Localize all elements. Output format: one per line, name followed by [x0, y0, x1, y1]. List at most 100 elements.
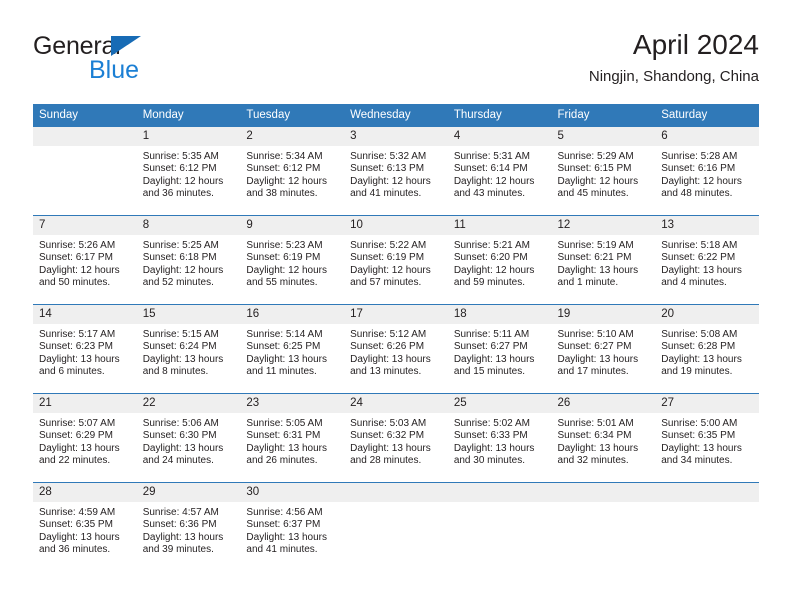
calendar-day-cell[interactable]	[551, 482, 656, 571]
day-cell-inner: 3 Sunrise: 5:32 AM Sunset: 6:13 PM Daylight…	[344, 126, 448, 215]
calendar-day-cell[interactable]	[33, 126, 137, 215]
day-astronomy-info: Sunrise: 5:17 AM Sunset: 6:23 PM Daylight:…	[33, 324, 137, 379]
sunrise-text: Sunrise: 5:32 AM	[350, 151, 427, 162]
sunset-text: Sunset: 6:27 PM	[557, 341, 632, 353]
calendar-day-cell[interactable]: 9 Sunrise: 5:23 AM Sunset: 6:19 PM Daylight…	[240, 215, 345, 304]
calendar-day-cell[interactable]: 28 Sunrise: 4:59 AM Sunset: 6:35 PM Dayligh…	[33, 482, 137, 571]
general-blue-logo: General Blue	[33, 32, 253, 88]
day-number: 12	[551, 216, 656, 235]
calendar-day-cell[interactable]: 17 Sunrise: 5:12 AM Sunset: 6:26 PM Dayligh…	[344, 304, 448, 393]
daylight-text: Daylight: 12 hours and 55 minutes.	[246, 264, 328, 289]
day-cell-inner: 23 Sunrise: 5:05 AM Sunset: 6:31 PM Dayligh…	[240, 393, 345, 482]
sunrise-text: Sunrise: 5:06 AM	[142, 418, 219, 429]
daylight-text: Daylight: 12 hours and 50 minutes.	[39, 264, 120, 289]
weekday-header-tuesday: Tuesday	[240, 104, 345, 126]
day-cell-inner: 7 Sunrise: 5:26 AM Sunset: 6:17 PM Daylight…	[33, 215, 137, 304]
day-astronomy-info: Sunrise: 5:14 AM Sunset: 6:25 PM Daylight:…	[240, 324, 344, 379]
sunrise-text: Sunrise: 4:59 AM	[39, 507, 116, 518]
sunrise-text: Sunrise: 4:56 AM	[246, 507, 323, 518]
calendar-day-cell[interactable]: 30 Sunrise: 4:56 AM Sunset: 6:37 PM Dayligh…	[240, 482, 345, 571]
day-number: 26	[551, 394, 656, 413]
day-astronomy-info: Sunrise: 5:07 AM Sunset: 6:29 PM Daylight:…	[33, 413, 137, 468]
daylight-text: Daylight: 13 hours and 34 minutes.	[661, 442, 742, 467]
calendar-day-cell[interactable]: 24 Sunrise: 5:03 AM Sunset: 6:32 PM Dayligh…	[344, 393, 448, 482]
sunrise-text: Sunrise: 5:21 AM	[453, 240, 530, 251]
day-astronomy-info: Sunrise: 5:05 AM Sunset: 6:31 PM Daylight:…	[240, 413, 344, 468]
sunrise-text: Sunrise: 5:18 AM	[661, 240, 738, 251]
calendar-day-cell[interactable]: 25 Sunrise: 5:02 AM Sunset: 6:33 PM Dayligh…	[447, 393, 552, 482]
calendar-day-cell[interactable]: 18 Sunrise: 5:11 AM Sunset: 6:27 PM Dayligh…	[447, 304, 552, 393]
day-number: 29	[136, 483, 241, 502]
sunrise-text: Sunrise: 5:08 AM	[661, 329, 738, 340]
daylight-text: Daylight: 12 hours and 45 minutes.	[557, 175, 639, 200]
day-cell-inner: 26 Sunrise: 5:01 AM Sunset: 6:34 PM Dayligh…	[551, 393, 656, 482]
day-cell-inner: 20 Sunrise: 5:08 AM Sunset: 6:28 PM Dayligh…	[655, 304, 759, 393]
sunset-text: Sunset: 6:35 PM	[39, 519, 113, 531]
day-number: 30	[240, 483, 345, 502]
daylight-text: Daylight: 13 hours and 8 minutes.	[142, 353, 224, 378]
day-number: 24	[344, 394, 448, 413]
day-cell-inner	[655, 482, 759, 571]
calendar-day-cell[interactable]: 19 Sunrise: 5:10 AM Sunset: 6:27 PM Dayligh…	[551, 304, 656, 393]
sunset-text: Sunset: 6:30 PM	[142, 430, 217, 442]
calendar-day-cell[interactable]: 20 Sunrise: 5:08 AM Sunset: 6:28 PM Dayligh…	[655, 304, 759, 393]
day-cell-inner: 1 Sunrise: 5:35 AM Sunset: 6:12 PM Daylight…	[136, 126, 241, 215]
day-cell-inner: 16 Sunrise: 5:14 AM Sunset: 6:25 PM Dayligh…	[240, 304, 345, 393]
calendar-day-cell[interactable]	[447, 482, 552, 571]
calendar-week-row: 21 Sunrise: 5:07 AM Sunset: 6:29 PM Dayligh…	[33, 393, 759, 482]
sunrise-text: Sunrise: 5:22 AM	[350, 240, 427, 251]
sunset-text: Sunset: 6:23 PM	[39, 341, 113, 353]
day-astronomy-info: Sunrise: 5:21 AM Sunset: 6:20 PM Daylight:…	[448, 235, 552, 290]
calendar-day-cell[interactable]: 27 Sunrise: 5:00 AM Sunset: 6:35 PM Dayligh…	[655, 393, 759, 482]
day-cell-inner	[33, 126, 137, 215]
calendar-day-cell[interactable]: 21 Sunrise: 5:07 AM Sunset: 6:29 PM Dayligh…	[33, 393, 137, 482]
sunrise-text: Sunrise: 5:07 AM	[39, 418, 116, 429]
calendar-day-cell[interactable]: 13 Sunrise: 5:18 AM Sunset: 6:22 PM Dayligh…	[655, 215, 759, 304]
calendar-day-cell[interactable]: 26 Sunrise: 5:01 AM Sunset: 6:34 PM Dayligh…	[551, 393, 656, 482]
day-cell-inner: 8 Sunrise: 5:25 AM Sunset: 6:18 PM Daylight…	[136, 215, 241, 304]
calendar-day-cell[interactable]: 6 Sunrise: 5:28 AM Sunset: 6:16 PM Daylight…	[655, 126, 759, 215]
daylight-text: Daylight: 12 hours and 43 minutes.	[453, 175, 535, 200]
sunset-text: Sunset: 6:31 PM	[246, 430, 321, 442]
sunset-text: Sunset: 6:12 PM	[246, 163, 321, 175]
day-astronomy-info: Sunrise: 5:10 AM Sunset: 6:27 PM Daylight:…	[552, 324, 656, 379]
calendar-day-cell[interactable]	[344, 482, 448, 571]
sunrise-text: Sunrise: 5:12 AM	[350, 329, 427, 340]
calendar-day-cell[interactable]: 15 Sunrise: 5:15 AM Sunset: 6:24 PM Dayligh…	[136, 304, 241, 393]
calendar-day-cell[interactable]: 11 Sunrise: 5:21 AM Sunset: 6:20 PM Dayligh…	[447, 215, 552, 304]
day-number: 27	[655, 394, 759, 413]
calendar-day-cell[interactable]: 7 Sunrise: 5:26 AM Sunset: 6:17 PM Daylight…	[33, 215, 137, 304]
calendar-day-cell[interactable]: 14 Sunrise: 5:17 AM Sunset: 6:23 PM Dayligh…	[33, 304, 137, 393]
calendar-day-cell[interactable]: 10 Sunrise: 5:22 AM Sunset: 6:19 PM Dayligh…	[344, 215, 448, 304]
calendar-day-cell[interactable]: 4 Sunrise: 5:31 AM Sunset: 6:14 PM Daylight…	[447, 126, 552, 215]
sunset-text: Sunset: 6:17 PM	[39, 252, 113, 264]
calendar-day-cell[interactable]: 23 Sunrise: 5:05 AM Sunset: 6:31 PM Dayligh…	[240, 393, 345, 482]
daylight-text: Daylight: 12 hours and 36 minutes.	[142, 175, 224, 200]
calendar-day-cell[interactable]: 12 Sunrise: 5:19 AM Sunset: 6:21 PM Dayligh…	[551, 215, 656, 304]
sunrise-text: Sunrise: 5:23 AM	[246, 240, 323, 251]
day-number: 21	[33, 394, 137, 413]
calendar-day-cell[interactable]: 2 Sunrise: 5:34 AM Sunset: 6:12 PM Daylight…	[240, 126, 345, 215]
calendar-day-cell[interactable]: 8 Sunrise: 5:25 AM Sunset: 6:18 PM Daylight…	[136, 215, 241, 304]
calendar-day-cell[interactable]: 16 Sunrise: 5:14 AM Sunset: 6:25 PM Dayligh…	[240, 304, 345, 393]
day-cell-inner: 22 Sunrise: 5:06 AM Sunset: 6:30 PM Dayligh…	[136, 393, 241, 482]
weekday-header-sunday: Sunday	[33, 104, 137, 126]
calendar-day-cell[interactable]	[655, 482, 759, 571]
weekday-header-thursday: Thursday	[447, 104, 552, 126]
weekday-header-row: Sunday Monday Tuesday Wednesday Thursday…	[33, 104, 759, 126]
day-number: 18	[447, 305, 552, 324]
sunset-text: Sunset: 6:19 PM	[246, 252, 321, 264]
calendar-day-cell[interactable]: 22 Sunrise: 5:06 AM Sunset: 6:30 PM Dayligh…	[136, 393, 241, 482]
calendar-day-cell[interactable]: 29 Sunrise: 4:57 AM Sunset: 6:36 PM Dayligh…	[136, 482, 241, 571]
sunset-text: Sunset: 6:34 PM	[557, 430, 632, 442]
weekday-header-wednesday: Wednesday	[344, 104, 448, 126]
day-number: 15	[136, 305, 241, 324]
sunset-text: Sunset: 6:32 PM	[350, 430, 425, 442]
day-cell-inner: 9 Sunrise: 5:23 AM Sunset: 6:19 PM Daylight…	[240, 215, 345, 304]
calendar-day-cell[interactable]: 5 Sunrise: 5:29 AM Sunset: 6:15 PM Daylight…	[551, 126, 656, 215]
sunset-text: Sunset: 6:15 PM	[557, 163, 632, 175]
weekday-header-friday: Friday	[551, 104, 656, 126]
calendar-day-cell[interactable]: 1 Sunrise: 5:35 AM Sunset: 6:12 PM Daylight…	[136, 126, 241, 215]
sunset-text: Sunset: 6:35 PM	[661, 430, 736, 442]
calendar-day-cell[interactable]: 3 Sunrise: 5:32 AM Sunset: 6:13 PM Daylight…	[344, 126, 448, 215]
